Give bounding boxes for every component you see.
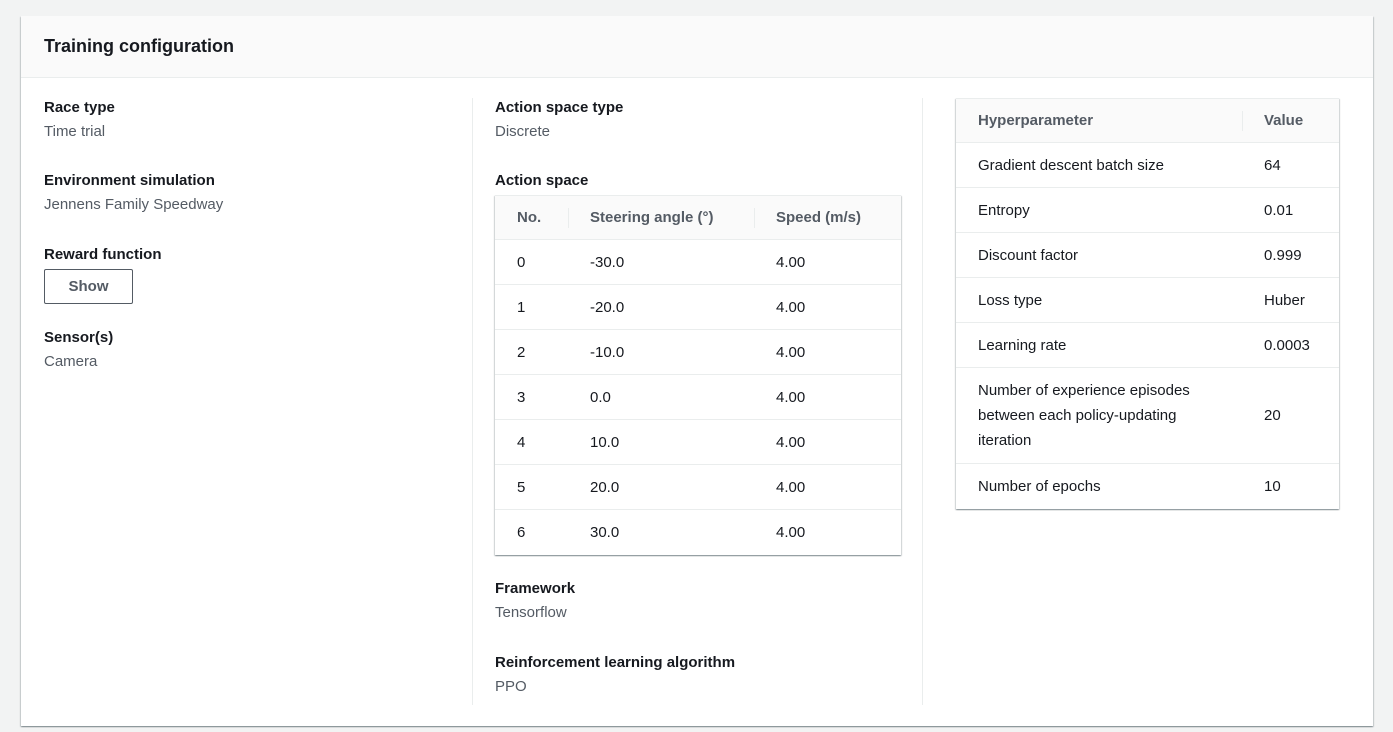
framework-field: Framework Tensorflow bbox=[495, 579, 901, 623]
table-row: Entropy 0.01 bbox=[956, 187, 1339, 233]
cell-no: 0 bbox=[495, 239, 568, 285]
column-header-hyperparameter: Hyperparameter bbox=[956, 98, 1242, 143]
table-row: 0 -30.0 4.00 bbox=[495, 239, 901, 285]
cell-speed: 4.00 bbox=[754, 239, 901, 285]
column-header-steering-angle: Steering angle (°) bbox=[568, 195, 754, 240]
table-row: 2 -10.0 4.00 bbox=[495, 329, 901, 375]
environment-value: Jennens Family Speedway bbox=[44, 196, 224, 213]
framework-label: Framework bbox=[495, 579, 576, 597]
cell-speed: 4.00 bbox=[776, 523, 806, 541]
table-row: Number of experience episodes between ea… bbox=[956, 367, 1339, 464]
algorithm-value: PPO bbox=[495, 677, 527, 695]
cell-steering-angle: -20.0 bbox=[568, 284, 754, 330]
cell-speed: 4.00 bbox=[754, 464, 901, 510]
race-type-value: Time trial bbox=[44, 123, 106, 140]
cell-hyperparameter: Number of epochs bbox=[978, 477, 1101, 495]
framework-value: Tensorflow bbox=[495, 603, 567, 621]
cell-value: 20 bbox=[1242, 367, 1339, 464]
action-space-field: Action space No. Steering angle (°) Spee… bbox=[495, 171, 901, 555]
cell-hyperparameter: Loss type bbox=[956, 277, 1242, 323]
algorithm-field: Reinforcement learning algorithm PPO bbox=[495, 653, 901, 697]
column-hyperparameters: Hyperparameter Value Gradient descent ba… bbox=[956, 98, 1339, 509]
table-row: Learning rate 0.0003 bbox=[956, 322, 1339, 368]
cell-speed: 4.00 bbox=[754, 419, 901, 465]
algorithm-label: Reinforcement learning algorithm bbox=[495, 653, 736, 671]
cell-no: 6 bbox=[517, 523, 526, 541]
table-row: Number of epochs 10 bbox=[956, 464, 1339, 509]
cell-value: 0.999 bbox=[1242, 232, 1339, 278]
table-row: Discount factor 0.999 bbox=[956, 232, 1339, 278]
sensors-label: Sensor(s) bbox=[44, 329, 114, 346]
hyperparameter-table: Hyperparameter Value Gradient descent ba… bbox=[956, 98, 1339, 509]
action-space-type-value: Discrete bbox=[495, 123, 551, 140]
table-row: 5 20.0 4.00 bbox=[495, 464, 901, 510]
cell-no: 1 bbox=[495, 284, 568, 330]
cell-hyperparameter: Number of experience episodes between ea… bbox=[956, 367, 1242, 464]
cell-value: Huber bbox=[1242, 277, 1339, 323]
cell-speed: 4.00 bbox=[754, 284, 901, 330]
panel-header: Training configuration bbox=[21, 16, 1373, 78]
environment-field: Environment simulation Jennens Family Sp… bbox=[44, 171, 444, 215]
cell-speed: 4.00 bbox=[754, 329, 901, 375]
column-header-speed: Speed (m/s) bbox=[754, 195, 901, 240]
sensors-field: Sensor(s) Camera bbox=[44, 328, 444, 372]
show-reward-button[interactable]: Show bbox=[44, 269, 133, 304]
cell-value: 0.01 bbox=[1242, 187, 1339, 233]
cell-hyperparameter: Learning rate bbox=[956, 322, 1242, 368]
panel-body: Race type Time trial Environment simulat… bbox=[21, 78, 1373, 725]
cell-steering-angle: 10.0 bbox=[568, 419, 754, 465]
sensors-value: Camera bbox=[44, 353, 98, 370]
table-row: 6 30.0 4.00 bbox=[495, 510, 901, 555]
cell-no: 3 bbox=[495, 374, 568, 420]
panel-title: Training configuration bbox=[44, 36, 234, 56]
reward-function-label: Reward function bbox=[44, 246, 162, 263]
cell-steering-angle: -10.0 bbox=[568, 329, 754, 375]
column-header-value: Value bbox=[1242, 98, 1339, 143]
column-divider bbox=[922, 98, 923, 705]
cell-steering-angle: 30.0 bbox=[590, 523, 620, 541]
cell-hyperparameter: Discount factor bbox=[956, 232, 1242, 278]
cell-speed: 4.00 bbox=[754, 374, 901, 420]
action-space-type-field: Action space type Discrete bbox=[495, 98, 901, 142]
action-space-type-label: Action space type bbox=[495, 99, 624, 116]
race-type-label: Race type bbox=[44, 99, 115, 116]
column-general: Race type Time trial Environment simulat… bbox=[44, 98, 444, 372]
cell-value: 0.0003 bbox=[1242, 322, 1339, 368]
cell-value: 64 bbox=[1242, 142, 1339, 188]
table-row: 3 0.0 4.00 bbox=[495, 374, 901, 420]
cell-hyperparameter: Gradient descent batch size bbox=[956, 142, 1242, 188]
cell-no: 4 bbox=[495, 419, 568, 465]
table-row: Loss type Huber bbox=[956, 277, 1339, 323]
cell-steering-angle: 0.0 bbox=[568, 374, 754, 420]
cell-no: 2 bbox=[495, 329, 568, 375]
column-action-space: Action space type Discrete Action space … bbox=[495, 98, 901, 697]
column-header-no: No. bbox=[495, 195, 568, 240]
race-type-field: Race type Time trial bbox=[44, 98, 444, 142]
table-row: 4 10.0 4.00 bbox=[495, 419, 901, 465]
cell-no: 5 bbox=[495, 464, 568, 510]
cell-hyperparameter: Entropy bbox=[956, 187, 1242, 233]
column-divider bbox=[472, 98, 473, 705]
action-space-table: No. Steering angle (°) Speed (m/s) 0 -30… bbox=[495, 195, 901, 555]
training-configuration-panel: Training configuration Race type Time tr… bbox=[21, 16, 1373, 726]
cell-steering-angle: -30.0 bbox=[568, 239, 754, 285]
reward-function-field: Reward function Show bbox=[44, 245, 444, 304]
cell-value: 10 bbox=[1264, 477, 1281, 495]
table-header-row: No. Steering angle (°) Speed (m/s) bbox=[495, 195, 901, 240]
table-row: Gradient descent batch size 64 bbox=[956, 142, 1339, 188]
table-header-row: Hyperparameter Value bbox=[956, 98, 1339, 143]
table-row: 1 -20.0 4.00 bbox=[495, 284, 901, 330]
cell-steering-angle: 20.0 bbox=[568, 464, 754, 510]
action-space-label: Action space bbox=[495, 172, 589, 189]
environment-label: Environment simulation bbox=[44, 172, 215, 189]
